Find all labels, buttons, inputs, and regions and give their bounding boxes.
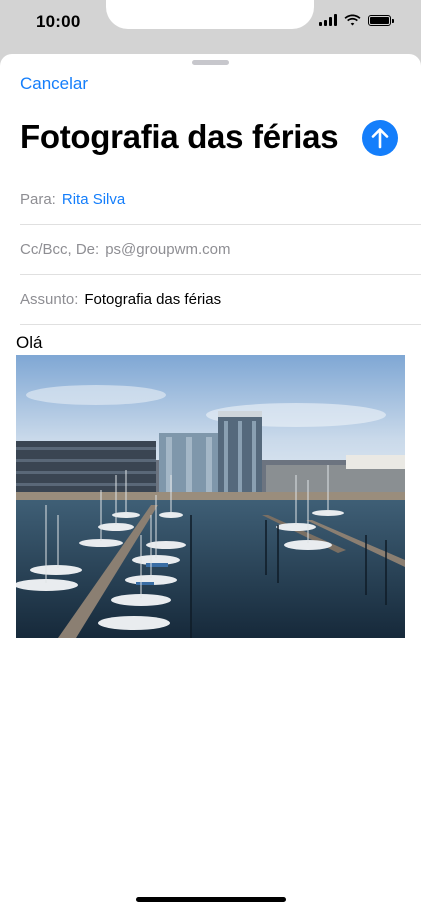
battery-icon: [368, 14, 394, 26]
notch: [106, 0, 314, 29]
wifi-icon: [344, 14, 361, 26]
compose-title: Fotografia das férias: [20, 118, 339, 155]
signal-icon: [319, 14, 337, 26]
cancel-button[interactable]: Cancelar: [20, 74, 88, 94]
status-icons: [319, 14, 394, 26]
home-indicator[interactable]: [136, 897, 286, 902]
arrow-up-icon: [371, 128, 389, 149]
send-button[interactable]: [362, 120, 398, 156]
from-address[interactable]: ps@groupwm.com: [105, 241, 230, 258]
to-field[interactable]: Para: Rita Silva: [20, 175, 421, 225]
status-bar: 10:00: [0, 0, 421, 46]
compose-sheet: Cancelar Fotografia das férias Para: Rit…: [0, 54, 421, 912]
subject-field[interactable]: Assunto: Fotografia das férias: [20, 275, 421, 325]
subject-label: Assunto:: [20, 291, 79, 308]
cc-bcc-from-label: Cc/Bcc, De:: [20, 241, 100, 258]
recipient-token[interactable]: Rita Silva: [62, 191, 125, 208]
photo-harbour-image[interactable]: [16, 355, 405, 638]
subject-input[interactable]: Fotografia das férias: [84, 291, 221, 308]
cc-bcc-from-field[interactable]: Cc/Bcc, De: ps@groupwm.com: [20, 225, 421, 275]
to-label: Para:: [20, 191, 56, 208]
sheet-grabber[interactable]: [192, 60, 229, 65]
status-time: 10:00: [36, 12, 81, 31]
phone-screen: 10:00 Cancelar Fotografia das férias Par…: [0, 0, 421, 912]
message-body-text[interactable]: Olá: [16, 333, 42, 353]
